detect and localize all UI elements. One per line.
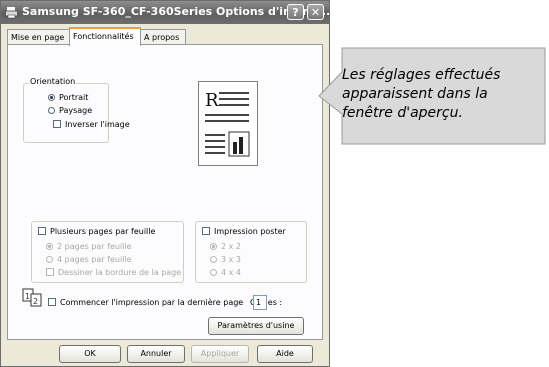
poster-2x2-radio[interactable]: 2 x 2 bbox=[210, 242, 241, 252]
four-pages-radio[interactable]: 4 pages par feuille bbox=[46, 255, 132, 265]
tab-mise-en-page[interactable]: Mise en page bbox=[7, 29, 70, 45]
title-bar[interactable]: Samsung SF-360_CF-360Series Options d'im… bbox=[1, 1, 334, 24]
page-preview-icon: R bbox=[205, 90, 250, 157]
tab-panel: Orientation Portrait Paysage Inverser l'… bbox=[7, 44, 323, 340]
radio-icon bbox=[46, 256, 53, 263]
poster-checkbox[interactable]: Impression poster bbox=[202, 227, 286, 237]
radio-icon bbox=[210, 256, 217, 263]
callout-text: Les réglages effectués apparaissent dans… bbox=[342, 67, 501, 121]
cancel-button[interactable]: Annuler bbox=[127, 345, 185, 363]
two-pages-radio[interactable]: 2 pages par feuille bbox=[46, 242, 132, 252]
multiple-pages-checkbox[interactable]: Plusieurs pages par feuille bbox=[38, 227, 155, 237]
radio-selected-icon bbox=[48, 94, 55, 101]
svg-text:2: 2 bbox=[33, 297, 38, 306]
checkbox-icon bbox=[46, 268, 54, 276]
tab-a-propos[interactable]: A propos bbox=[140, 29, 186, 45]
multiple-pages-group: Plusieurs pages par feuille 2 pages par … bbox=[31, 221, 184, 283]
reverse-order-checkbox[interactable]: Commencer l'impression par la dernière p… bbox=[48, 298, 243, 308]
radio-icon bbox=[48, 107, 55, 114]
radio-icon bbox=[210, 269, 217, 276]
ok-button[interactable]: OK bbox=[59, 345, 121, 363]
draw-border-checkbox[interactable]: Dessiner la bordure de la page bbox=[46, 268, 181, 278]
factory-settings-button[interactable]: Paramètres d'usine bbox=[208, 317, 304, 335]
help-button[interactable]: Aide bbox=[257, 345, 313, 363]
invert-image-checkbox[interactable]: Inverser l'image bbox=[53, 120, 130, 130]
apply-button[interactable]: Appliquer bbox=[191, 345, 249, 363]
orientation-group: Orientation Portrait Paysage Inverser l'… bbox=[23, 77, 130, 143]
checkbox-icon bbox=[48, 298, 56, 306]
tab-fonctionnalites[interactable]: Fonctionnalités bbox=[69, 27, 141, 46]
orientation-label: Orientation bbox=[29, 77, 77, 86]
printer-options-dialog: Samsung SF-360_CF-360Series Options d'im… bbox=[0, 0, 334, 367]
landscape-radio[interactable]: Paysage bbox=[48, 106, 92, 116]
poster-4x4-radio[interactable]: 4 x 4 bbox=[210, 268, 241, 278]
radio-selected-icon bbox=[210, 243, 217, 250]
checkbox-icon bbox=[202, 227, 210, 235]
poster-3x3-radio[interactable]: 3 x 3 bbox=[210, 255, 241, 265]
reverse-order-icon: 1 2 bbox=[22, 288, 42, 307]
preview-pane: R bbox=[198, 81, 258, 166]
printer-icon bbox=[5, 7, 18, 19]
portrait-radio[interactable]: Portrait bbox=[48, 93, 88, 103]
svg-text:1: 1 bbox=[25, 292, 30, 301]
radio-selected-icon bbox=[46, 243, 53, 250]
close-button[interactable]: ✕ bbox=[307, 4, 324, 20]
help-title-button[interactable]: ? bbox=[287, 4, 304, 20]
poster-group: Impression poster 2 x 2 3 x 3 4 x 4 bbox=[195, 221, 307, 283]
checkbox-icon bbox=[53, 120, 61, 128]
preview-letter: R bbox=[205, 90, 219, 111]
checkbox-icon bbox=[38, 227, 46, 235]
copies-input[interactable]: 1 bbox=[253, 295, 267, 310]
